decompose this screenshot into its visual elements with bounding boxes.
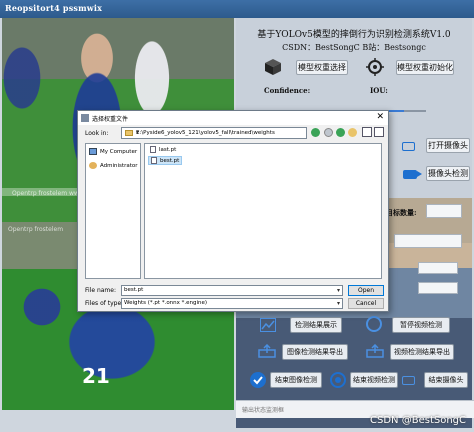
dialog-title: 选择权重文件	[92, 116, 129, 123]
stop-image-button[interactable]: 结束图像检测	[270, 372, 322, 388]
sidebar-item-administrator[interactable]: Administrator	[89, 162, 138, 172]
check-icon	[250, 372, 266, 388]
cube-icon	[265, 59, 281, 75]
detail-view-icon[interactable]	[374, 127, 384, 137]
chevron-down-icon: ▾	[336, 300, 340, 307]
chevron-down-icon: ▾	[336, 287, 340, 294]
confidence-display	[418, 282, 458, 294]
crosshair-icon	[366, 58, 384, 76]
csdn-watermark: CSDN @BestSongC	[370, 415, 466, 426]
file-dialog: 选择权重文件 ✕ Look in: E:\Pyside6_yolov5_121\…	[77, 110, 389, 312]
target-count-display	[426, 204, 462, 218]
open-camera-button[interactable]: 打开摄像头	[426, 138, 470, 153]
look-in-label: Look in:	[85, 130, 109, 137]
stop-camera-button[interactable]: 结束摄像头	[424, 372, 468, 388]
file-name: last.pt	[159, 147, 177, 153]
sidebar-item-label: Administrator	[100, 163, 138, 169]
file-type-value: Weights (*.pt *.onnx *.engine)	[124, 300, 208, 306]
file-icon	[151, 157, 157, 164]
target-count-label: 目标数量:	[386, 208, 417, 217]
file-item-best[interactable]: best.pt	[148, 156, 183, 165]
places-sidebar: My Computer Administrator	[85, 143, 141, 279]
file-type-select[interactable]: Weights (*.pt *.onnx *.engine) ▾	[121, 298, 343, 309]
open-button[interactable]: Open	[348, 285, 384, 296]
computer-icon	[89, 148, 97, 155]
forward-icon[interactable]	[324, 128, 333, 137]
dialog-app-icon	[81, 114, 89, 122]
camera-outline-icon	[402, 142, 415, 151]
export-image-button[interactable]: 图像检测结果导出	[282, 344, 348, 360]
export-image-icon	[258, 344, 276, 358]
target-select[interactable]	[394, 234, 462, 248]
export-video-button[interactable]: 视频检测结果导出	[390, 344, 454, 360]
video-watermark: Opentrp frostelem	[8, 226, 64, 233]
pause-icon	[366, 316, 382, 332]
stop-video-icon	[330, 372, 346, 388]
camera-detect-button[interactable]: 摄像头检测	[426, 166, 470, 181]
close-icon[interactable]: ✕	[376, 112, 384, 122]
title-bar: Reopsitort4 pssmwix	[0, 0, 474, 18]
export-video-icon	[366, 344, 384, 358]
file-name: best.pt	[160, 158, 180, 164]
folder-icon	[125, 130, 133, 136]
chevron-down-icon: ▾	[136, 129, 140, 136]
new-folder-icon[interactable]	[348, 128, 357, 137]
dialog-title-bar: 选择权重文件 ✕	[78, 111, 388, 125]
show-result-button[interactable]: 检测结果展示	[290, 317, 342, 333]
list-view-icon[interactable]	[362, 127, 372, 137]
iou-slider[interactable]	[386, 110, 426, 112]
jersey-number: 21	[82, 364, 110, 388]
look-in-select[interactable]: E:\Pyside6_yolov5_121\yolov5_fall\traine…	[121, 127, 307, 139]
cancel-button[interactable]: Cancel	[348, 298, 384, 309]
file-icon	[150, 146, 156, 153]
camera-icon	[403, 170, 422, 179]
file-name-input[interactable]: best.pt ▾	[121, 285, 343, 296]
author-line: CSDN：BestSongC B站：Bestsongc	[282, 43, 426, 52]
camera-off-icon	[402, 376, 415, 385]
file-name-value: best.pt	[124, 287, 144, 293]
file-item-last[interactable]: last.pt	[148, 146, 178, 155]
file-type-label: Files of type:	[85, 300, 124, 307]
class-display	[418, 262, 458, 274]
window-title: Reopsitort4 pssmwix	[5, 3, 103, 13]
file-list: last.pt best.pt	[144, 143, 382, 279]
file-name-label: File name:	[85, 287, 116, 294]
weight-select-button[interactable]: 模型权重选择	[296, 60, 348, 75]
stop-video-button[interactable]: 结束视频检测	[350, 372, 398, 388]
confidence-label: Confidence:	[264, 86, 311, 95]
sidebar-item-my-computer[interactable]: My Computer	[89, 148, 137, 158]
app-title: 基于YOLOv5模型的摔倒行为识别检测系统V1.0	[257, 30, 451, 40]
pause-detect-button[interactable]: 暂停视频检测	[392, 317, 450, 333]
chart-icon	[260, 318, 276, 332]
iou-label: IOU:	[370, 86, 388, 95]
user-icon	[89, 162, 97, 169]
back-icon[interactable]	[311, 128, 320, 137]
status-placeholder: 输出状态监测框	[242, 407, 285, 414]
sidebar-item-label: My Computer	[100, 149, 138, 155]
parent-folder-icon[interactable]	[336, 128, 345, 137]
weight-init-button[interactable]: 模型权重初始化	[396, 60, 454, 75]
